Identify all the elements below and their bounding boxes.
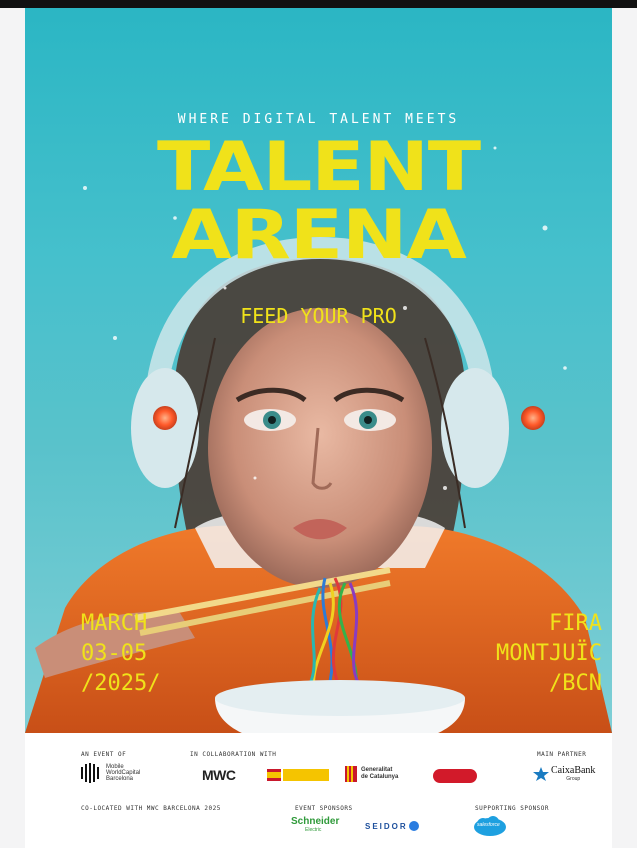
date-line: /2025/ bbox=[81, 671, 161, 696]
seidor-text: SEIDOR bbox=[365, 821, 408, 831]
star-icon bbox=[533, 766, 549, 781]
top-border bbox=[0, 0, 637, 8]
headphone-right bbox=[441, 368, 509, 488]
generalitat-emblem-icon bbox=[345, 766, 357, 782]
generalitat-logo: Generalitat de Catalunya bbox=[345, 766, 398, 782]
mwc-logo: MWC bbox=[202, 767, 236, 783]
title-line-1: TALENT bbox=[157, 128, 481, 207]
label-event-sponsors: EVENT SPONSORS bbox=[295, 805, 353, 812]
barcode-icon bbox=[81, 763, 99, 783]
caixabank-sub-text: Group bbox=[566, 776, 581, 782]
schneider-text: Schneider bbox=[291, 816, 340, 827]
ajuntament-logo bbox=[433, 769, 477, 783]
headphone-right-light bbox=[521, 406, 545, 430]
date-line: MARCH bbox=[81, 611, 148, 636]
venue-line: /BCN bbox=[549, 671, 602, 696]
venue-line: FIRA bbox=[549, 611, 602, 636]
venue-line: MONTJUÏC bbox=[496, 641, 602, 666]
poster-tagline: WHERE DIGITAL TALENT MEETS bbox=[177, 112, 460, 127]
poster: WHERE DIGITAL TALENT MEETS TALENT ARENA … bbox=[25, 8, 612, 848]
label-collaboration: IN COLLABORATION WITH bbox=[190, 751, 277, 758]
mwcapital-text: Mobile WorldCapital Barcelona bbox=[106, 764, 141, 782]
seidor-logo: SEIDOR bbox=[365, 821, 419, 831]
label-an-event-of: AN EVENT OF bbox=[81, 751, 127, 758]
sponsor-footer: AN EVENT OF IN COLLABORATION WITH MAIN P… bbox=[25, 733, 612, 848]
schneider-logo: Schneider Electric bbox=[291, 816, 340, 834]
poster-subtitle: FEED YOUR PRO bbox=[240, 304, 397, 328]
event-venue: FIRA MONTJUÏC /BCN bbox=[496, 609, 602, 699]
headphone-left-light bbox=[153, 406, 177, 430]
event-date: MARCH 03-05 /2025/ bbox=[81, 609, 160, 699]
generalitat-text: Generalitat de Catalunya bbox=[361, 767, 399, 780]
salesforce-text: salesforce bbox=[477, 822, 500, 828]
salesforce-logo: salesforce bbox=[473, 815, 507, 837]
poster-artwork: WHERE DIGITAL TALENT MEETS TALENT ARENA … bbox=[25, 8, 612, 733]
face-shape bbox=[208, 308, 432, 588]
mwc-text: MWC bbox=[202, 767, 236, 783]
caixabank-text: CaixaBank bbox=[551, 765, 596, 776]
label-colocated: CO-LOCATED WITH MWC BARCELONA 2025 bbox=[81, 805, 221, 812]
schneider-sub-text: Electric bbox=[305, 827, 322, 833]
government-of-spain-logo bbox=[267, 769, 329, 781]
label-supporting-sponsor: SUPPORTING SPONSOR bbox=[475, 805, 550, 812]
mwcapital-logo: Mobile WorldCapital Barcelona bbox=[81, 763, 140, 783]
caixabank-logo: CaixaBank Group bbox=[533, 765, 595, 782]
label-main-partner: MAIN PARTNER bbox=[537, 751, 587, 758]
title-line-2: ARENA bbox=[171, 196, 467, 275]
date-line: 03-05 bbox=[81, 641, 148, 666]
flag-banner-icon bbox=[267, 769, 329, 781]
seidor-circle-icon bbox=[408, 821, 419, 831]
red-pill-icon bbox=[433, 769, 477, 783]
